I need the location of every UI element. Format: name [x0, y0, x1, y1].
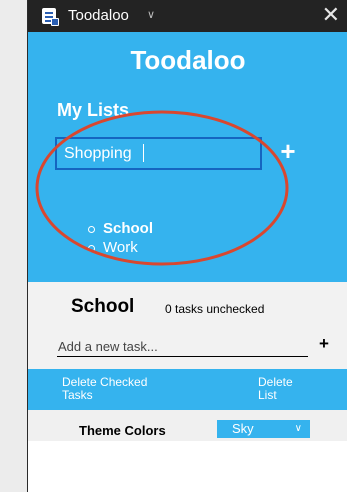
delete-checked-label-line2: Tasks	[62, 388, 93, 402]
theme-colors-label: Theme Colors	[79, 423, 166, 438]
theme-selected-value: Sky	[232, 421, 254, 436]
bullet-icon	[88, 226, 95, 233]
new-task-input[interactable]	[57, 337, 308, 357]
chevron-down-icon: ∨	[294, 423, 302, 434]
close-icon[interactable]: ✕	[322, 3, 340, 27]
list-item-label: School	[103, 220, 154, 237]
app-title: Toodaloo	[130, 45, 246, 75]
text-caret	[143, 144, 144, 162]
lists: School Work	[86, 220, 153, 258]
delete-checked-tasks-button[interactable]: Delete Checked Tasks	[62, 376, 172, 402]
current-list-title: School	[71, 296, 135, 317]
notepad-icon	[42, 8, 59, 26]
app-window: Toodaloo ∨ ✕ Toodaloo My Lists + School …	[27, 0, 347, 492]
theme-select[interactable]: Sky ∨	[217, 420, 310, 438]
list-item-school[interactable]: School	[86, 220, 153, 239]
delete-list-button[interactable]: Delete List	[258, 376, 308, 402]
delete-list-label-line2: List	[258, 388, 277, 402]
list-item-work[interactable]: Work	[86, 239, 153, 258]
chevron-down-icon[interactable]: ∨	[147, 8, 155, 21]
add-list-button[interactable]: +	[274, 134, 302, 168]
unchecked-count: 0 tasks unchecked	[165, 302, 265, 316]
title-bar: Toodaloo ∨ ✕	[28, 0, 347, 32]
add-task-button[interactable]: +	[315, 333, 333, 355]
list-item-label: Work	[103, 239, 138, 256]
window-title: Toodaloo	[68, 7, 129, 24]
bullet-icon	[88, 245, 95, 252]
my-lists-heading: My Lists	[57, 100, 130, 120]
new-list-input[interactable]	[55, 137, 262, 170]
